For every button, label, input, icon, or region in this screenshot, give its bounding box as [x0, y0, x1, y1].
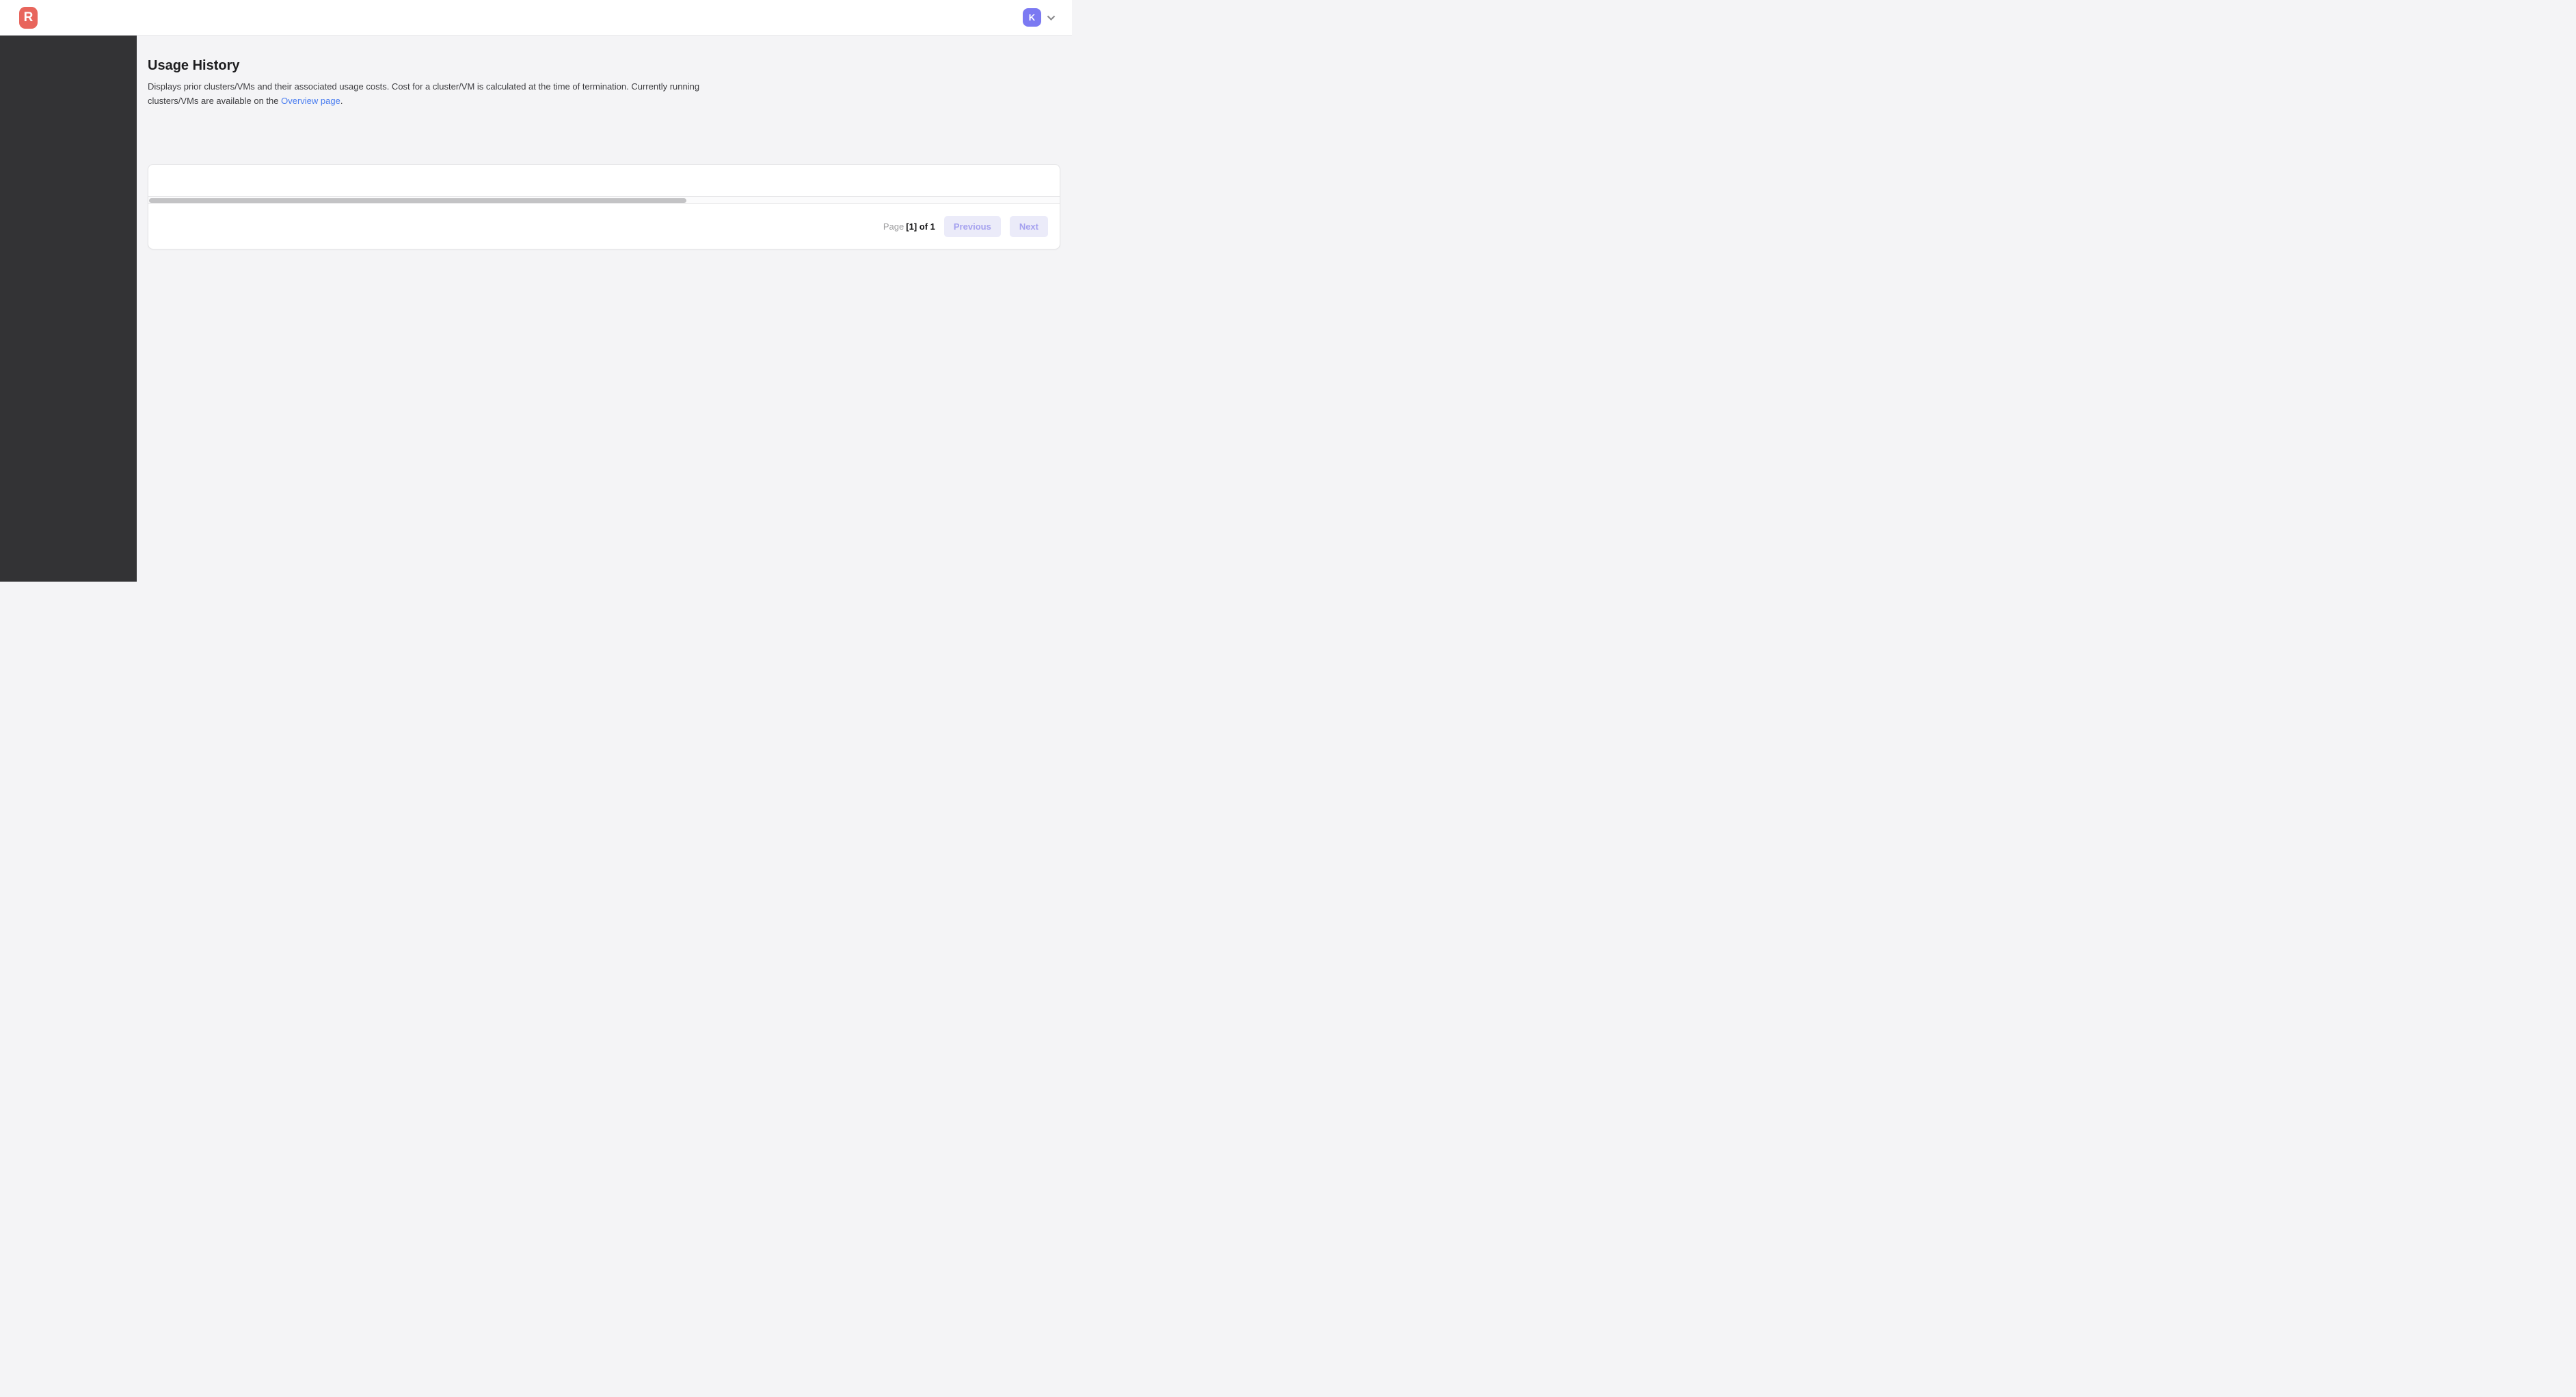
- description-text: Displays prior clusters/VMs and their as…: [148, 81, 699, 106]
- previous-button[interactable]: Previous: [944, 216, 1001, 237]
- top-nav: R K: [0, 0, 1072, 36]
- usage-table-card: Page[1] of 1 Previous Next: [148, 164, 1060, 249]
- next-button[interactable]: Next: [1010, 216, 1048, 237]
- sidebar: [0, 36, 137, 582]
- chevron-down-icon[interactable]: [1047, 15, 1056, 21]
- filters-row: [148, 121, 1060, 144]
- logo-letter: R: [24, 10, 33, 25]
- horizontal-scrollbar-track[interactable]: [148, 196, 1060, 204]
- app-logo[interactable]: R: [19, 7, 38, 29]
- page-title: Usage History: [148, 58, 1060, 74]
- main-content: Usage History Displays prior clusters/VM…: [137, 36, 1072, 582]
- description-suffix: .: [340, 96, 343, 106]
- avatar[interactable]: K: [1023, 8, 1041, 27]
- overview-page-link[interactable]: Overview page: [281, 96, 340, 106]
- horizontal-scrollbar-thumb[interactable]: [149, 198, 686, 203]
- pagination: Page[1] of 1 Previous Next: [148, 204, 1060, 249]
- table-toolbar: [148, 165, 1060, 196]
- app-body: Usage History Displays prior clusters/VM…: [0, 36, 1072, 582]
- screen: R K Usage History Displays prior cluster…: [0, 0, 1072, 582]
- page-indicator: Page[1] of 1: [883, 221, 935, 232]
- page-description: Displays prior clusters/VMs and their as…: [148, 80, 703, 108]
